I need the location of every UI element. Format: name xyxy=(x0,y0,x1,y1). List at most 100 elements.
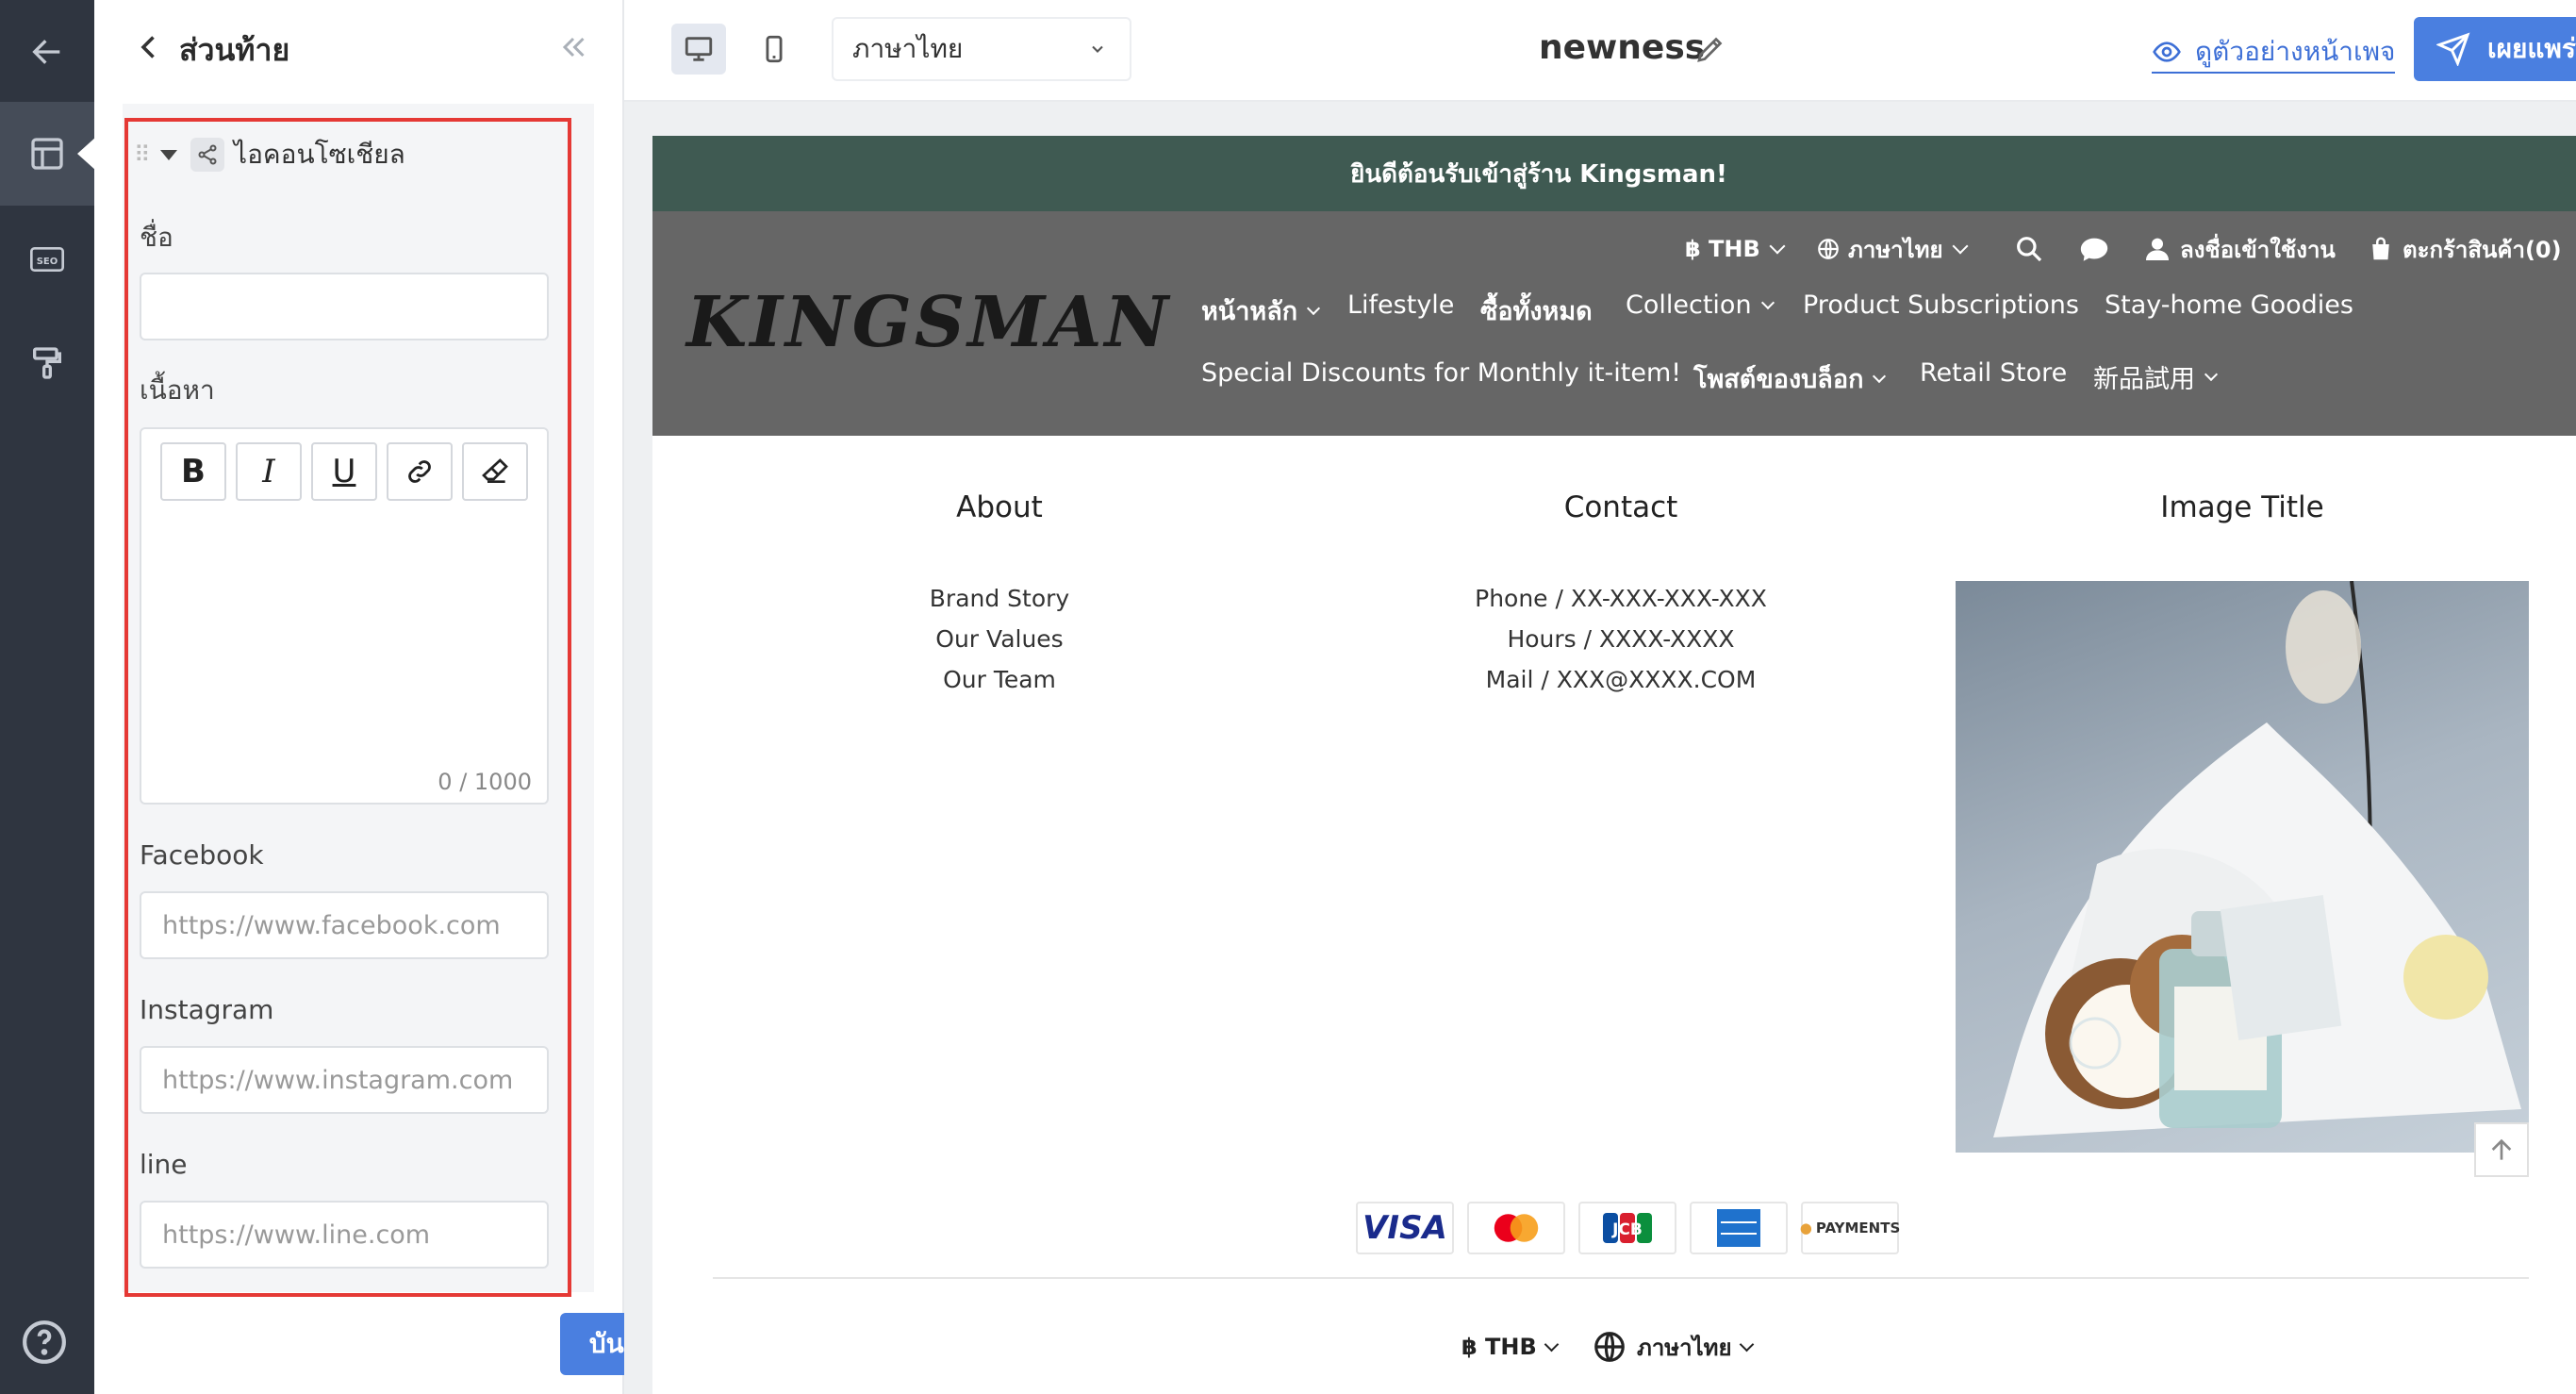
left-rail: SEO xyxy=(0,0,96,1394)
mobile-view-button[interactable] xyxy=(747,24,801,75)
footer-divider xyxy=(713,1277,2529,1279)
send-icon xyxy=(2436,32,2470,66)
visa-icon: VISA xyxy=(1356,1202,1454,1254)
settings-panel: ส่วนท้าย ⠿ ไอคอนโซเชียล ชื่อ เนื้อหา B I… xyxy=(94,0,707,1394)
footer-link-our-team[interactable]: Our Team xyxy=(717,666,1282,693)
facebook-label: Facebook xyxy=(140,839,264,871)
editor-toolbar: B I U xyxy=(160,442,528,501)
menu-special-discounts[interactable]: Special Discounts for Monthly it-item! xyxy=(1201,358,1681,388)
footer-link-our-values[interactable]: Our Values xyxy=(717,625,1282,653)
content-label: เนื้อหา xyxy=(140,374,215,406)
user-icon xyxy=(2146,238,2169,260)
mastercard-icon xyxy=(1467,1202,1565,1254)
line-label: line xyxy=(140,1149,188,1180)
back-arrow-icon[interactable] xyxy=(0,0,94,104)
amex-icon xyxy=(1690,1202,1788,1254)
globe-icon xyxy=(1594,1332,1625,1362)
line-input[interactable]: https://www.line.com xyxy=(140,1201,549,1269)
language-select[interactable]: ภาษาไทย xyxy=(832,17,1131,81)
instagram-label: Instagram xyxy=(140,994,274,1025)
chevron-down-icon xyxy=(1092,45,1103,53)
paint-roller-icon[interactable] xyxy=(0,311,94,415)
menu-new-trial[interactable]: 新品試用 xyxy=(2093,358,2219,395)
jcb-icon: JCB xyxy=(1578,1202,1676,1254)
payment-methods: VISA JCB ● PAYMENTS xyxy=(1356,1202,1900,1254)
chevron-down-icon xyxy=(1873,369,1887,383)
chevron-down-icon xyxy=(1952,238,1969,255)
underline-button[interactable]: U xyxy=(311,442,377,501)
menu-retail-store[interactable]: Retail Store xyxy=(1920,358,2067,388)
name-input[interactable] xyxy=(140,273,549,340)
desktop-view-button[interactable] xyxy=(671,24,726,75)
site-preview: ยินดีต้อนรับเข้าสู่ร้าน Kingsman! KINGSM… xyxy=(652,136,2576,1394)
social-icons-section: ⠿ ไอคอนโซเชียล ชื่อ เนื้อหา B I U 0 / 10… xyxy=(123,104,594,1292)
footer-contact-mail: Mail / XXX@XXXX.COM xyxy=(1485,666,1757,693)
arrow-up-icon xyxy=(2491,1138,2512,1160)
svg-text:SEO: SEO xyxy=(37,257,58,267)
collapse-double-chevron-icon[interactable] xyxy=(556,30,590,64)
active-indicator xyxy=(77,137,96,171)
language-switcher[interactable]: ภาษาไทย xyxy=(1816,230,1969,268)
payments-icon: ● PAYMENTS xyxy=(1800,1202,1900,1254)
desktop-icon xyxy=(685,37,713,61)
page-title: newness xyxy=(1539,28,1706,67)
footer-contact-title: Contact xyxy=(1563,490,1678,524)
chevron-down-icon xyxy=(2204,367,2219,381)
link-button[interactable] xyxy=(387,442,453,501)
menu-home[interactable]: หน้าหลัก xyxy=(1201,290,1321,331)
drag-handle-icon[interactable]: ⠿ xyxy=(134,141,151,169)
svg-text:JCB: JCB xyxy=(1611,1220,1643,1239)
pencil-icon[interactable] xyxy=(1693,32,1727,66)
scroll-to-top-button[interactable] xyxy=(2474,1122,2529,1177)
link-icon xyxy=(408,460,431,483)
footer-link-brand-story[interactable]: Brand Story xyxy=(717,585,1282,612)
footer-product-image xyxy=(1956,581,2529,1153)
menu-shop-all[interactable]: ซื้อทั้งหมด xyxy=(1480,290,1593,331)
mobile-icon xyxy=(766,35,783,63)
eraser-icon xyxy=(482,458,508,483)
facebook-input[interactable]: https://www.facebook.com xyxy=(140,891,549,959)
menu-product-subscriptions[interactable]: Product Subscriptions xyxy=(1803,290,2079,320)
eye-icon xyxy=(2153,41,2181,62)
chevron-down-icon xyxy=(1769,238,1786,255)
footer-contact-hours: Hours / XXXX-XXXX xyxy=(1507,625,1735,653)
site-logo[interactable]: KINGSMAN xyxy=(686,282,1171,363)
footer-contact-phone: Phone / XX-XXX-XXX-XXX xyxy=(1475,585,1767,612)
share-icon xyxy=(190,138,224,172)
search-icon[interactable] xyxy=(2014,230,2052,268)
login-link[interactable]: ลงชื่อเข้าใช้งาน xyxy=(2142,230,2336,268)
menu-stay-home-goodies[interactable]: Stay-home Goodies xyxy=(2105,290,2353,320)
char-counter: 0 / 1000 xyxy=(438,769,532,795)
seo-icon[interactable]: SEO xyxy=(0,207,94,311)
section-title: ไอคอนโซเชียล xyxy=(234,139,405,170)
chevron-left-icon[interactable] xyxy=(132,30,166,64)
chat-icon[interactable] xyxy=(2078,230,2118,268)
footer-image-title: Image Title xyxy=(2160,490,2324,524)
editor-topbar: ภาษาไทย newness ดูตัวอย่างหน้าเพจ เผยแพร… xyxy=(624,0,2576,102)
chevron-down-icon xyxy=(1544,1336,1560,1352)
currency-switcher[interactable]: ฿ THB xyxy=(1685,230,1786,268)
footer-currency-switcher[interactable]: ฿ THB xyxy=(1461,1328,1560,1366)
footer-language-switcher[interactable]: ภาษาไทย xyxy=(1592,1328,1754,1366)
clear-format-button[interactable] xyxy=(462,442,528,501)
menu-lifestyle[interactable]: Lifestyle xyxy=(1347,290,1454,320)
instagram-input[interactable]: https://www.instagram.com xyxy=(140,1046,549,1114)
site-header: KINGSMAN ฿ THB ภาษาไทย ลงชื่อเข้าใช้งาน … xyxy=(652,211,2576,436)
announcement-bar: ยินดีต้อนรับเข้าสู่ร้าน Kingsman! xyxy=(652,136,2576,211)
help-icon[interactable] xyxy=(21,1319,68,1366)
globe-icon xyxy=(1818,239,1839,259)
caret-down-icon[interactable] xyxy=(160,149,177,160)
panel-title: ส่วนท้าย xyxy=(179,32,290,68)
italic-button[interactable]: I xyxy=(236,442,302,501)
menu-blog-posts[interactable]: โพสต์ของบล็อก xyxy=(1693,358,1887,399)
chevron-down-icon xyxy=(1307,301,1321,315)
footer-about-title: About xyxy=(956,490,1043,524)
preview-link[interactable]: ดูตัวอย่างหน้าเพจ xyxy=(2152,32,2396,74)
menu-collection[interactable]: Collection xyxy=(1626,290,1775,320)
bold-button[interactable]: B xyxy=(160,442,226,501)
chevron-down-icon xyxy=(1760,295,1775,309)
cart-link[interactable]: ตะกร้าสินค้า(0) xyxy=(2367,230,2562,268)
rich-text-editor[interactable]: B I U 0 / 1000 xyxy=(140,427,549,805)
publish-button[interactable]: เผยแพร่ xyxy=(2414,17,2576,81)
section-header[interactable]: ⠿ ไอคอนโซเชียล xyxy=(134,134,405,175)
